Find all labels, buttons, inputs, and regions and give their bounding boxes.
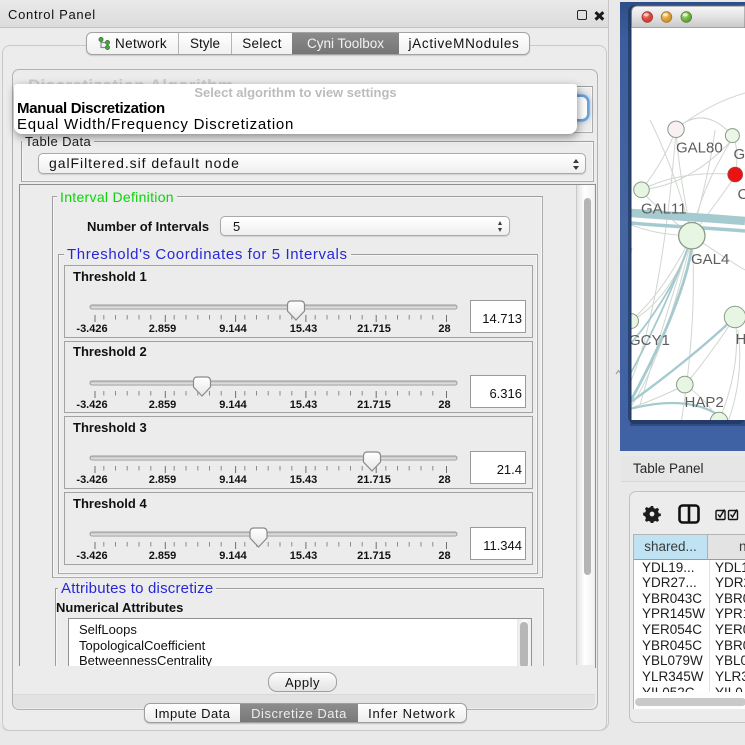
svg-text:21.715: 21.715 [357, 550, 391, 562]
svg-text:9.144: 9.144 [219, 399, 247, 411]
svg-text:-3.426: -3.426 [76, 399, 107, 411]
svg-text:-3.426: -3.426 [76, 550, 107, 562]
svg-text:GAL4: GAL4 [691, 251, 729, 268]
svg-text:15.43: 15.43 [290, 474, 318, 486]
svg-text:GA: GA [734, 146, 745, 163]
svg-text:28: 28 [438, 323, 450, 335]
svg-text:15.43: 15.43 [290, 323, 318, 335]
svg-text:-3.426: -3.426 [76, 474, 107, 486]
svg-text:9.144: 9.144 [219, 323, 247, 335]
svg-text:15.43: 15.43 [290, 399, 318, 411]
svg-text:2.859: 2.859 [149, 550, 177, 562]
svg-text:GAL11: GAL11 [641, 201, 687, 218]
svg-text:GCY1: GCY1 [629, 332, 670, 349]
svg-text:9.144: 9.144 [219, 550, 247, 562]
svg-text:2.859: 2.859 [149, 474, 177, 486]
svg-text:21.715: 21.715 [357, 323, 391, 335]
svg-text:2.859: 2.859 [149, 399, 177, 411]
svg-text:C: C [738, 186, 745, 203]
svg-text:21.715: 21.715 [357, 474, 391, 486]
svg-text:28: 28 [438, 474, 450, 486]
svg-text:28: 28 [438, 550, 450, 562]
svg-text:9.144: 9.144 [219, 474, 247, 486]
svg-text:-3.426: -3.426 [76, 323, 107, 335]
svg-text:28: 28 [438, 399, 450, 411]
svg-text:GAL80: GAL80 [676, 140, 723, 157]
svg-text:HI: HI [736, 331, 745, 348]
svg-text:15.43: 15.43 [290, 550, 318, 562]
svg-text:HAP2: HAP2 [685, 394, 724, 411]
svg-text:2.859: 2.859 [149, 323, 177, 335]
svg-text:21.715: 21.715 [357, 399, 391, 411]
